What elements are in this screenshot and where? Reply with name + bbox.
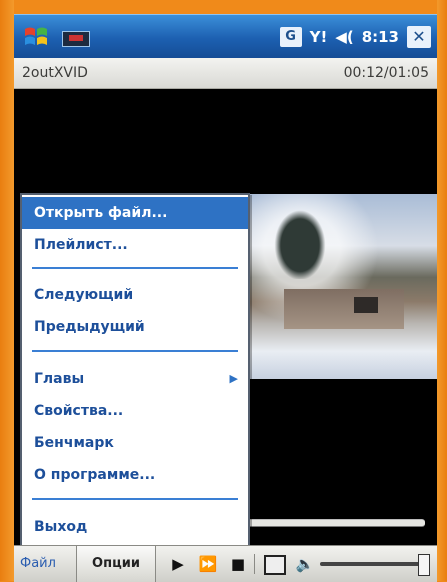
fast-forward-icon[interactable]: ⏩ xyxy=(194,546,222,582)
playback-time: 00:12/01:05 xyxy=(343,65,429,81)
house-image xyxy=(284,289,404,329)
clock[interactable]: 8:13 xyxy=(362,28,399,46)
menu-item-open-file[interactable]: Открыть файл... xyxy=(22,197,248,229)
speaker-icon[interactable]: 🔈 xyxy=(294,546,316,582)
system-top-bar: G Y! ◀( 8:13 ✕ xyxy=(14,14,437,59)
menu-item-playlist[interactable]: Плейлист... xyxy=(22,229,248,261)
app-thumbnail-icon[interactable] xyxy=(62,31,90,47)
seek-bar[interactable] xyxy=(245,519,425,527)
volume-slider[interactable] xyxy=(320,562,420,566)
toolbar-separator xyxy=(254,554,255,574)
menu-item-chapters[interactable]: Главы ▶ xyxy=(22,363,248,395)
close-icon[interactable]: ✕ xyxy=(407,26,431,48)
options-menu-button[interactable]: Опции xyxy=(76,546,156,582)
menu-separator xyxy=(32,498,238,500)
play-icon[interactable]: ▶ xyxy=(166,546,190,582)
app-title: 2outXVID xyxy=(22,65,88,81)
menu-separator xyxy=(32,350,238,352)
menu-item-chapters-label: Главы xyxy=(34,371,85,387)
fullscreen-icon[interactable] xyxy=(264,555,286,575)
video-frame-image xyxy=(244,194,437,379)
device-frame-left xyxy=(0,0,14,581)
stop-icon[interactable]: ■ xyxy=(226,546,250,582)
menu-separator xyxy=(32,267,238,269)
volume-slider-thumb[interactable] xyxy=(418,554,430,576)
signal-icon[interactable]: Y! xyxy=(310,28,328,46)
file-menu: Открыть файл... Плейлист... Следующий Пр… xyxy=(20,193,250,549)
menu-item-benchmark[interactable]: Бенчмарк xyxy=(22,427,248,459)
bottom-toolbar: Файл Опции ▶ ⏩ ■ 🔈 xyxy=(14,545,437,582)
file-menu-button[interactable]: Файл xyxy=(20,546,56,582)
volume-icon[interactable]: ◀( xyxy=(335,28,353,46)
windows-start-icon[interactable] xyxy=(22,23,50,51)
menu-item-about[interactable]: О программе... xyxy=(22,459,248,491)
tree-image xyxy=(270,204,330,279)
menu-item-properties[interactable]: Свойства... xyxy=(22,395,248,427)
system-tray: G Y! ◀( 8:13 ✕ xyxy=(279,24,431,50)
menu-item-exit[interactable]: Выход xyxy=(22,511,248,543)
pda-screen: G Y! ◀( 8:13 ✕ 2outXVID 00:12/01:05 Откр… xyxy=(0,0,447,582)
menu-item-next[interactable]: Следующий xyxy=(22,279,248,311)
window-image xyxy=(354,297,378,313)
title-bar: 2outXVID 00:12/01:05 xyxy=(14,58,437,89)
submenu-arrow-icon: ▶ xyxy=(229,372,238,385)
device-frame-right xyxy=(437,0,447,581)
menu-item-previous[interactable]: Предыдущий xyxy=(22,311,248,343)
g-icon[interactable]: G xyxy=(279,27,302,47)
